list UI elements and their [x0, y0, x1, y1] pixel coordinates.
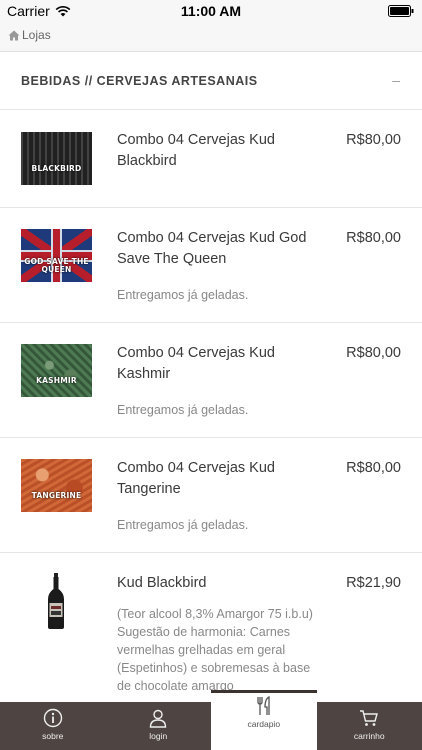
product-name[interactable]: Combo 04 Cervejas Kud Kashmir	[117, 343, 322, 385]
product-name[interactable]: Combo 04 Cervejas Kud Blackbird	[117, 130, 322, 172]
info-icon	[43, 708, 62, 728]
tab-login[interactable]: login	[106, 702, 212, 750]
product-item[interactable]: Kud Blackbird R$21,90 (Teor alcool 8,3% …	[0, 553, 422, 702]
product-item[interactable]: GOD SAVE THE QUEEN Combo 04 Cervejas Kud…	[0, 208, 422, 323]
status-time: 11:00 AM	[180, 3, 242, 19]
thumbnail-label: GOD SAVE THE QUEEN	[24, 257, 89, 274]
product-thumbnail: KASHMIR	[21, 344, 92, 397]
breadcrumb-lojas[interactable]: Lojas	[8, 28, 51, 42]
product-thumbnail: BLACKBIRD	[21, 132, 92, 185]
product-name[interactable]: Combo 04 Cervejas Kud God Save The Queen	[117, 228, 322, 270]
tab-label: sobre	[42, 731, 64, 741]
thumbnail-label: KASHMIR	[36, 376, 77, 385]
product-item[interactable]: BLACKBIRD Combo 04 Cervejas Kud Blackbir…	[0, 110, 422, 208]
tab-cardapio[interactable]: cardapio	[211, 690, 317, 750]
breadcrumb-label: Lojas	[22, 28, 51, 42]
battery-icon	[388, 5, 414, 17]
tab-label: carrinho	[353, 731, 385, 741]
menu-content[interactable]: BEBIDAS // CERVEJAS ARTESANAIS – BLACKBI…	[0, 52, 422, 702]
product-description: (Teor alcool 8,3% Amargor 75 i.b.u) Suge…	[117, 607, 313, 693]
product-name[interactable]: Combo 04 Cervejas Kud Tangerine	[117, 458, 322, 500]
product-price: R$80,00	[346, 345, 401, 361]
cutlery-icon	[257, 696, 270, 715]
product-price: R$21,90	[346, 575, 401, 591]
product-price: R$80,00	[346, 230, 401, 246]
collapse-icon[interactable]: –	[392, 72, 400, 88]
status-bar: Carrier 11:00 AM	[0, 0, 422, 22]
section-header[interactable]: BEBIDAS // CERVEJAS ARTESANAIS –	[0, 52, 422, 110]
thumbnail-label: TANGERINE	[31, 491, 82, 500]
tab-bar: sobre login cardapio carrinho	[0, 690, 422, 750]
product-description: Entregamos já geladas.	[117, 288, 249, 302]
product-name[interactable]: Kud Blackbird	[117, 573, 322, 594]
home-icon	[8, 30, 20, 40]
tab-label: cardapio	[247, 719, 281, 729]
product-thumbnail: TANGERINE	[21, 459, 92, 512]
tab-label: login	[149, 731, 168, 741]
nav-bar: Lojas	[0, 22, 422, 52]
product-item[interactable]: TANGERINE Combo 04 Cervejas Kud Tangerin…	[0, 438, 422, 553]
product-thumbnail: GOD SAVE THE QUEEN	[21, 229, 92, 282]
product-price: R$80,00	[346, 460, 401, 476]
section-title: BEBIDAS // CERVEJAS ARTESANAIS	[21, 74, 258, 88]
tab-sobre[interactable]: sobre	[0, 702, 106, 750]
thumbnail-label: BLACKBIRD	[31, 164, 82, 173]
cart-icon	[360, 710, 379, 726]
product-item[interactable]: KASHMIR Combo 04 Cervejas Kud Kashmir R$…	[0, 323, 422, 438]
user-icon	[150, 709, 167, 728]
beer-bottle-image	[48, 573, 64, 629]
product-price: R$80,00	[346, 132, 401, 148]
product-description: Entregamos já geladas.	[117, 403, 249, 417]
product-description: Entregamos já geladas.	[117, 518, 249, 532]
tab-carrinho[interactable]: carrinho	[317, 702, 422, 750]
